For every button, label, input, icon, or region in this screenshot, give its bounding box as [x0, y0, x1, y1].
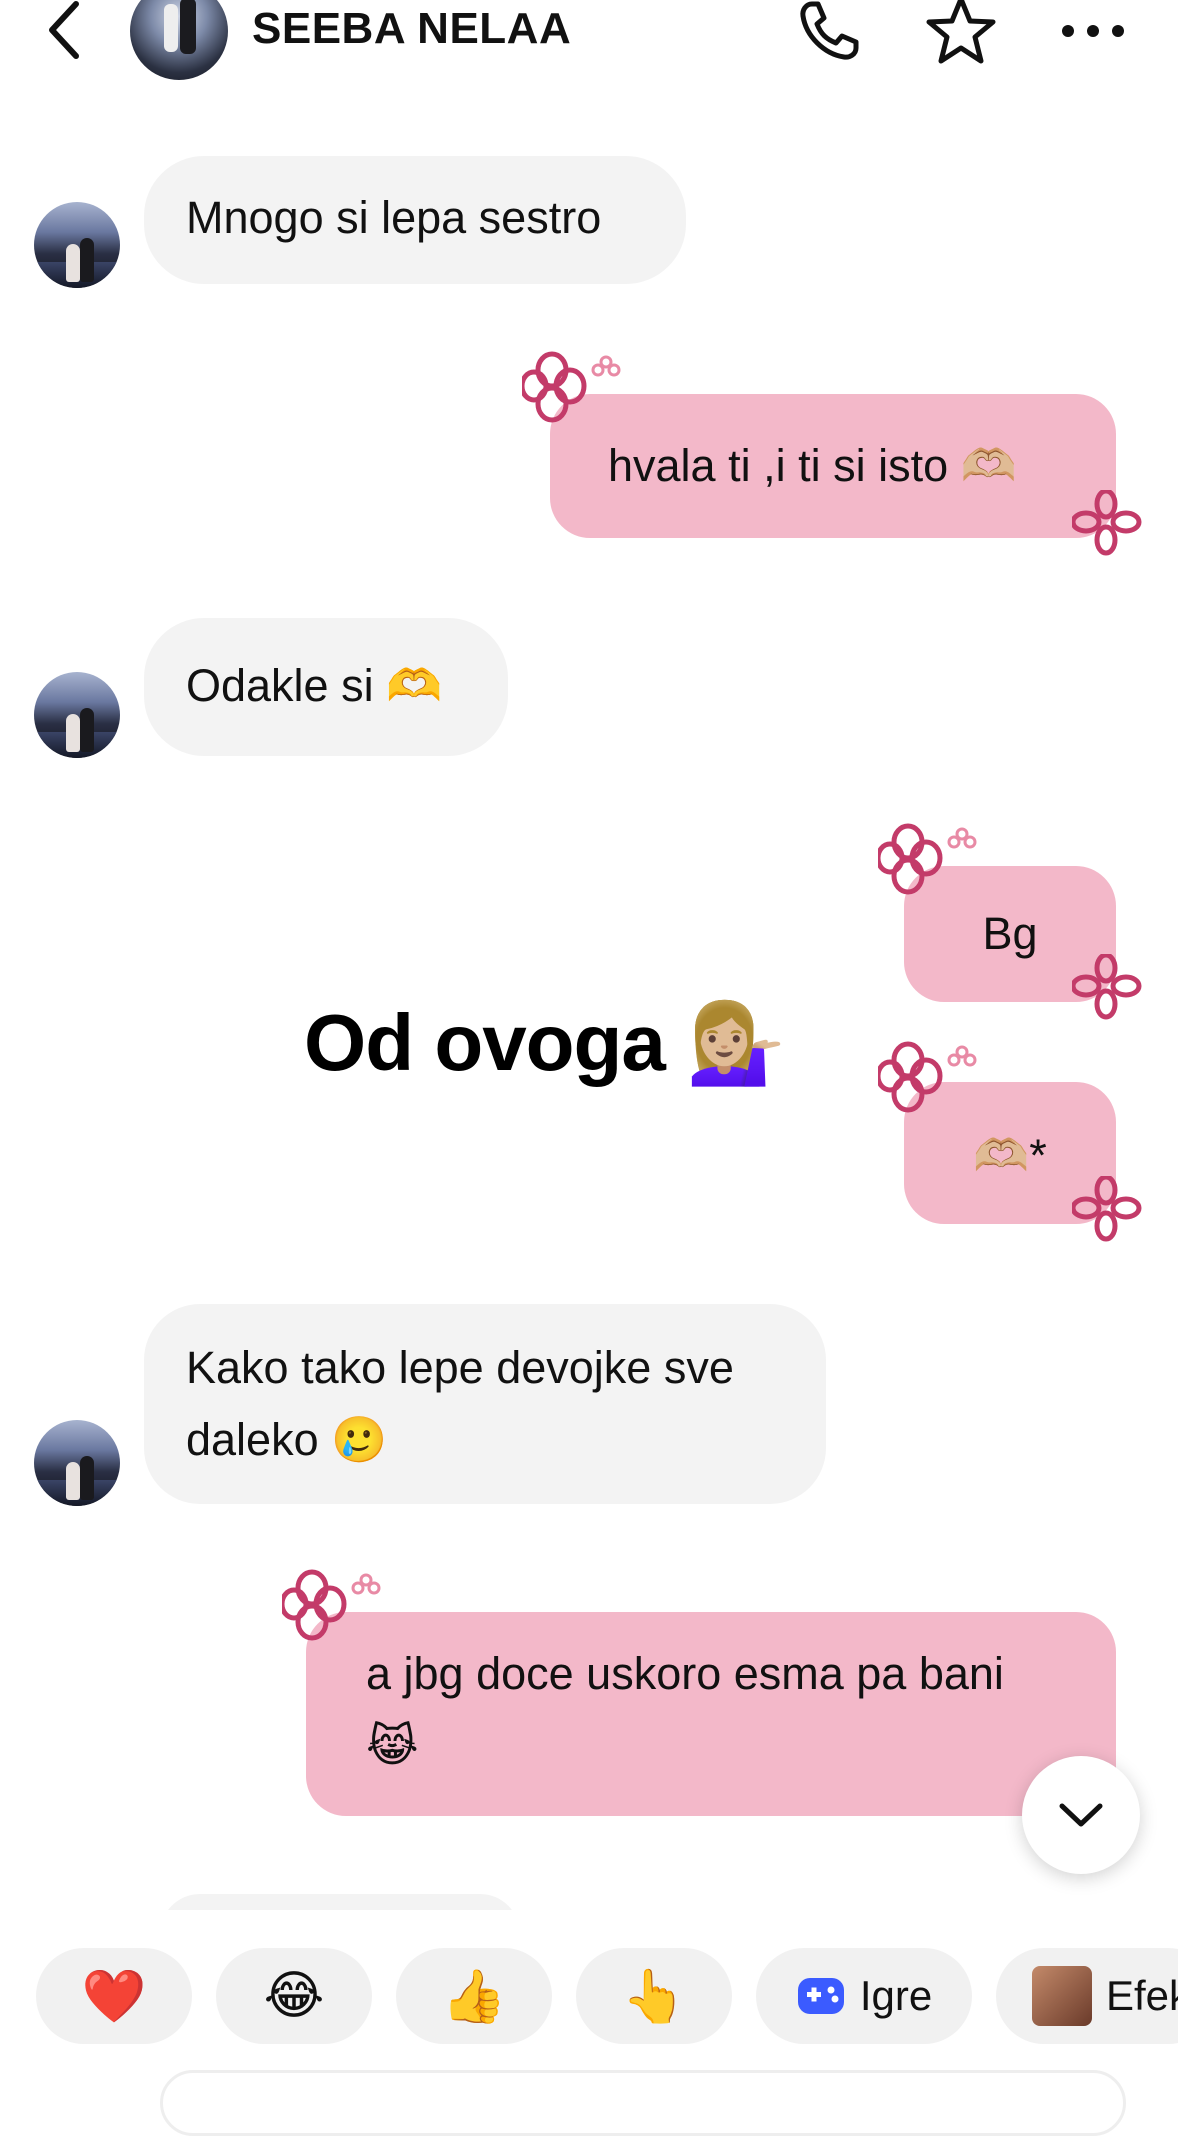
- effects-thumbnail: [1032, 1966, 1092, 2026]
- games-button[interactable]: Igre: [756, 1948, 972, 2044]
- flower-sticker-icon: [282, 1569, 381, 1641]
- chevron-down-icon: [1059, 1803, 1103, 1827]
- call-button[interactable]: [792, 0, 866, 68]
- chat-header: SEEBA NELAA: [0, 0, 1178, 80]
- quick-reactions-bar: ❤️ 😂 👍 👆 Igre Efek: [0, 1910, 1178, 2082]
- flower-sticker-icon: [1072, 490, 1142, 556]
- overlay-caption: Od ovoga 💁🏼‍♀️: [304, 998, 786, 1087]
- effects-button[interactable]: Efek: [996, 1948, 1178, 2044]
- outgoing-message[interactable]: hvala ti ,i ti si isto 🫶🏼: [550, 394, 1116, 538]
- flower-sticker-icon: [878, 1041, 977, 1113]
- gamepad-icon: [797, 1978, 844, 2014]
- reaction-heart-button[interactable]: ❤️: [36, 1948, 192, 2044]
- sender-avatar[interactable]: [34, 672, 120, 758]
- flower-sticker-icon: [1072, 954, 1142, 1020]
- contact-name[interactable]: SEEBA NELAA: [252, 4, 571, 54]
- reaction-laugh-button[interactable]: 😂: [216, 1948, 372, 2044]
- sender-avatar[interactable]: [34, 1420, 120, 1506]
- outgoing-message[interactable]: a jbg doce uskoro esma pa bani 😹: [306, 1612, 1116, 1816]
- favorite-button[interactable]: [924, 0, 998, 68]
- flower-sticker-icon: [1072, 1176, 1142, 1242]
- more-icon: [1062, 25, 1124, 37]
- back-button[interactable]: [42, 0, 86, 62]
- flower-sticker-icon: [522, 351, 621, 423]
- incoming-message[interactable]: Odakle si 🫶: [144, 618, 508, 756]
- reaction-thumbs-up-button[interactable]: 👍: [396, 1948, 552, 2044]
- scroll-to-bottom-button[interactable]: [1022, 1756, 1140, 1874]
- more-button[interactable]: [1056, 0, 1130, 68]
- incoming-message[interactable]: Kako tako lepe devojke sve daleko 🥲: [144, 1304, 826, 1504]
- sender-avatar[interactable]: [34, 202, 120, 288]
- phone-icon: [800, 1, 859, 60]
- back-icon: [49, 1, 79, 59]
- message-input-partial[interactable]: [160, 2070, 1126, 2136]
- incoming-message[interactable]: Mnogo si lepa sestro: [144, 156, 686, 284]
- reaction-point-up-button[interactable]: 👆: [576, 1948, 732, 2044]
- star-icon: [926, 0, 996, 64]
- contact-avatar[interactable]: [130, 0, 228, 80]
- flower-sticker-icon: [878, 823, 977, 895]
